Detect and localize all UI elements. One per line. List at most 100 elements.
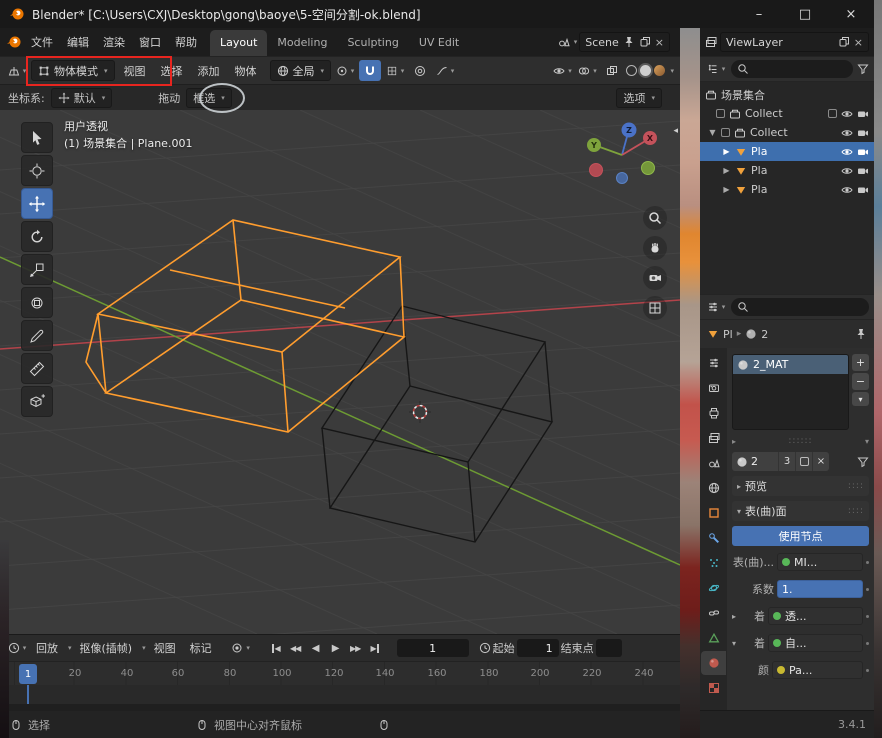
sidebar-collapse-arrow[interactable]: ◂ [673,126,678,136]
remove-slot-button[interactable]: − [852,373,869,390]
tool-select-box[interactable] [21,122,53,153]
color-field[interactable]: Pa... [772,661,863,679]
animate-dot-icon[interactable] [866,588,869,591]
playhead-marker[interactable]: 1 [19,664,37,684]
overlays-dropdown[interactable]: ▾ [576,60,598,81]
expand-arrow-icon[interactable]: ▸ [732,437,736,446]
outliner-search-input[interactable] [731,60,853,78]
expand-arrow-icon[interactable]: ▼ [708,128,717,137]
minimize-button[interactable]: – [736,0,782,28]
animate-dot-icon[interactable] [866,669,869,672]
scene-field[interactable]: Scene × [579,32,670,52]
surface-shader-field[interactable]: MI... [777,553,863,571]
pin-icon[interactable] [623,36,635,48]
properties-editor-type-button[interactable]: ▾ [705,297,727,318]
material-slot-row[interactable]: 2_MAT [733,355,848,374]
animate-dot-icon[interactable] [866,642,869,645]
drag-grip[interactable]: :::: [848,481,864,491]
tab-render[interactable] [701,376,726,400]
expand-arrow-icon[interactable]: ▶ [722,166,731,175]
timeline-editor-type-button[interactable]: ▾ [6,638,28,659]
ortho-toggle-button[interactable] [643,296,667,320]
menu-help[interactable]: 帮助 [168,31,204,53]
outliner-row-collection[interactable]: ▼ Collect [700,123,874,142]
play-button[interactable]: ▶ [326,639,345,657]
menu-object[interactable]: 物体 [229,61,263,81]
tab-scene[interactable] [701,451,726,475]
shading-material-icon[interactable] [654,65,665,76]
autokey-toggle[interactable]: ▾ [230,638,252,659]
proportional-edit-toggle[interactable] [409,60,431,81]
outliner-editor-type-button[interactable]: ▾ [705,59,727,80]
unlink-material-button[interactable]: × [812,452,829,471]
exclude-checkbox[interactable] [721,128,730,137]
tab-tool[interactable] [701,351,726,375]
zoom-button[interactable] [643,206,667,230]
prev-keyframe-button[interactable]: ◀◀ [286,639,305,657]
resize-grip[interactable]: :::::: [788,436,812,446]
surface-panel-header[interactable]: ▾ 表(曲)面 :::: [732,501,869,521]
options-dropdown[interactable]: 选项 ▾ [616,88,662,108]
camera-view-button[interactable] [643,266,667,290]
expand-arrow-icon[interactable]: ▾ [732,639,736,648]
shading-wireframe-icon[interactable] [626,65,637,76]
animate-dot-icon[interactable] [866,615,869,618]
eye-icon[interactable] [841,146,853,158]
specials-funnel-icon[interactable] [857,456,869,468]
close-button[interactable]: × [828,0,874,28]
menu-add[interactable]: 添加 [192,61,226,81]
material-datablock-field[interactable]: 2 [732,452,778,471]
shading-solid-icon[interactable] [640,65,651,76]
eye-icon[interactable] [841,127,853,139]
outliner-row-object[interactable]: ▶ Pla [700,180,874,199]
menu-view[interactable]: 视图 [148,638,182,658]
tab-layout[interactable]: Layout [210,30,267,56]
breadcrumb-material[interactable]: 2 [761,328,768,341]
filter-funnel-icon[interactable] [857,63,869,75]
eye-icon[interactable] [841,165,853,177]
breadcrumb-object[interactable]: Pl [723,328,733,341]
end-frame-field[interactable] [596,639,622,657]
tab-view-layer[interactable] [701,426,726,450]
shader-field-2[interactable]: 自... [768,634,863,652]
tab-sculpting[interactable]: Sculpting [337,30,408,56]
jump-to-start-button[interactable]: ◀ [266,639,285,657]
expand-arrow-icon[interactable]: ▶ [722,185,731,194]
add-slot-button[interactable]: + [852,354,869,371]
view-layer-icon[interactable] [705,36,717,48]
outliner-row-object-selected[interactable]: ▶ Pla [700,142,874,161]
outliner-row-scene-collection[interactable]: 场景集合 [700,85,874,104]
next-keyframe-button[interactable]: ▶▶ [346,639,365,657]
chevron-down-icon[interactable]: ▾ [670,67,674,75]
menu-marker[interactable]: 标记 [184,638,218,658]
tab-world[interactable] [701,476,726,500]
menu-keying[interactable]: 抠像(插帧) [74,638,139,658]
tab-uvedit[interactable]: UV Edit [409,30,469,56]
factor-slider[interactable]: 1. [777,580,863,598]
chevron-down-icon[interactable]: ▾ [142,644,146,652]
wireframe-box-unselected[interactable] [322,306,552,542]
properties-search-input[interactable] [731,298,869,316]
chevron-down-icon[interactable]: ▾ [865,437,869,446]
start-frame-field[interactable]: 1 [517,639,559,657]
play-reverse-button[interactable]: ◀ [306,639,325,657]
tool-rotate[interactable] [21,221,53,252]
menu-render[interactable]: 渲染 [96,31,132,53]
tab-material[interactable] [701,651,726,675]
pan-button[interactable] [643,236,667,260]
expand-arrow-icon[interactable]: ▶ [722,147,731,156]
use-nodes-button[interactable]: 使用节点 [732,526,869,546]
tool-annotate[interactable] [21,320,53,351]
slot-specials-button[interactable]: ▾ [852,392,869,406]
chevron-down-icon[interactable]: ▾ [68,644,72,652]
visibility-dropdown[interactable]: ▾ [551,60,573,81]
falloff-dropdown[interactable]: ▾ [434,60,456,81]
fake-user-button[interactable] [795,452,812,471]
tool-transform[interactable] [21,287,53,318]
chevron-down-icon[interactable]: ▾ [574,38,578,46]
animate-dot-icon[interactable] [866,561,869,564]
outliner-row-object[interactable]: ▶ Pla [700,161,874,180]
eye-icon[interactable] [841,108,853,120]
tool-cursor[interactable] [21,155,53,186]
expand-arrow-icon[interactable]: ▸ [732,612,736,621]
